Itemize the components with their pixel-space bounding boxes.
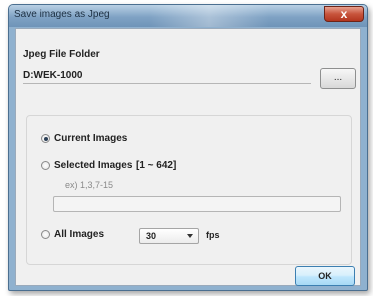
save-jpeg-dialog: Save images as Jpeg x Jpeg File Folder D… [8,4,368,291]
fps-value: 30 [146,231,157,241]
browse-button[interactable]: ... [320,68,356,89]
folder-label: Jpeg File Folder [23,49,100,60]
selected-range-label: [1 ~ 642] [136,160,177,171]
selected-images-label: Selected Images [54,160,133,171]
all-images-label: All Images [54,229,105,240]
image-selection-group: Current Images Selected Images [1 ~ 642]… [26,115,352,265]
fps-dropdown[interactable]: 30 [139,228,199,244]
range-example-hint: ex) 1,3,7-15 [65,180,114,190]
image-range-input[interactable] [53,196,341,212]
title-bar[interactable]: Save images as Jpeg x [9,5,367,27]
selected-images-option[interactable]: Selected Images [41,160,132,171]
close-button[interactable]: x [324,6,364,22]
all-images-option[interactable]: All Images [41,229,104,240]
ok-button[interactable]: OK [295,266,355,286]
all-images-radio[interactable] [41,230,50,239]
dialog-body: Jpeg File Folder D:WEK-1000 ... Current … [15,28,361,286]
current-images-radio[interactable] [41,134,50,143]
folder-path-field[interactable]: D:WEK-1000 [23,67,313,89]
folder-path-value: D:WEK-1000 [23,70,83,81]
current-images-option[interactable]: Current Images [41,133,127,144]
window-title: Save images as Jpeg [14,9,110,20]
path-underline [23,83,311,84]
selected-images-radio[interactable] [41,161,50,170]
fps-unit-label: fps [206,230,220,240]
close-icon: x [340,7,348,21]
chevron-down-icon [187,234,193,238]
current-images-label: Current Images [54,133,128,144]
